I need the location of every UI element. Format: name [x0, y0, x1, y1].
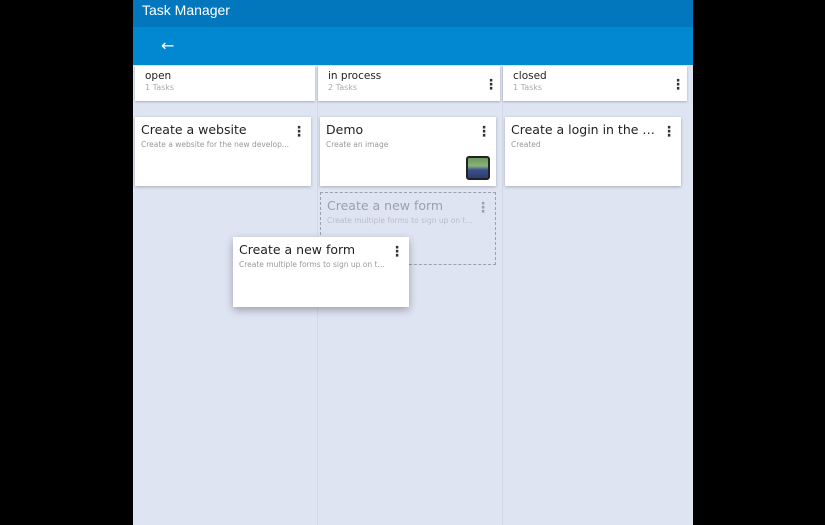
- card-title: Create a new form: [239, 242, 356, 257]
- column-header: closed 1 Tasks ⋮: [503, 66, 687, 101]
- column-name: closed: [513, 70, 547, 82]
- dragging-task-card[interactable]: Create a new form Create multiple forms …: [233, 237, 409, 307]
- card-title: Create a login in the ta...: [511, 122, 656, 137]
- title-bar: Task Manager: [133, 0, 693, 27]
- column-count: 2 Tasks: [328, 83, 358, 92]
- card-title: Demo: [326, 122, 364, 137]
- card-description: Created: [511, 140, 541, 149]
- more-vert-icon[interactable]: ⋮: [671, 78, 685, 92]
- toolbar: ←: [133, 27, 693, 65]
- card-title: Create a website: [141, 122, 247, 137]
- more-vert-icon[interactable]: ⋮: [390, 245, 404, 259]
- card-description: Create multiple forms to sign up on t...: [327, 216, 473, 225]
- card-description: Create an image: [326, 140, 389, 149]
- more-vert-icon[interactable]: ⋮: [484, 78, 498, 92]
- card-title: Create a new form: [327, 198, 444, 213]
- task-card[interactable]: Create a login in the ta... Created ⋮: [505, 117, 681, 186]
- column-count: 1 Tasks: [513, 83, 543, 92]
- back-arrow-icon[interactable]: ←: [161, 36, 174, 55]
- task-card[interactable]: Demo Create an image ⋮: [320, 117, 496, 186]
- more-vert-icon[interactable]: ⋮: [662, 125, 676, 139]
- more-vert-icon: ⋮: [476, 200, 490, 216]
- column-header: open 1 Tasks: [135, 66, 315, 101]
- column-count: 1 Tasks: [145, 83, 175, 92]
- task-manager-app: Task Manager ← open 1 Tasks in process 2…: [133, 0, 693, 525]
- column-header: in process 2 Tasks ⋮: [318, 66, 500, 101]
- column-name: open: [145, 70, 172, 82]
- avatar: [466, 156, 490, 180]
- more-vert-icon[interactable]: ⋮: [292, 125, 306, 139]
- task-card[interactable]: Create a website Create a website for th…: [135, 117, 311, 186]
- card-description: Create multiple forms to sign up on t...: [239, 260, 385, 269]
- card-description: Create a website for the new develop...: [141, 140, 289, 149]
- column-name: in process: [328, 70, 382, 82]
- more-vert-icon[interactable]: ⋮: [477, 125, 491, 139]
